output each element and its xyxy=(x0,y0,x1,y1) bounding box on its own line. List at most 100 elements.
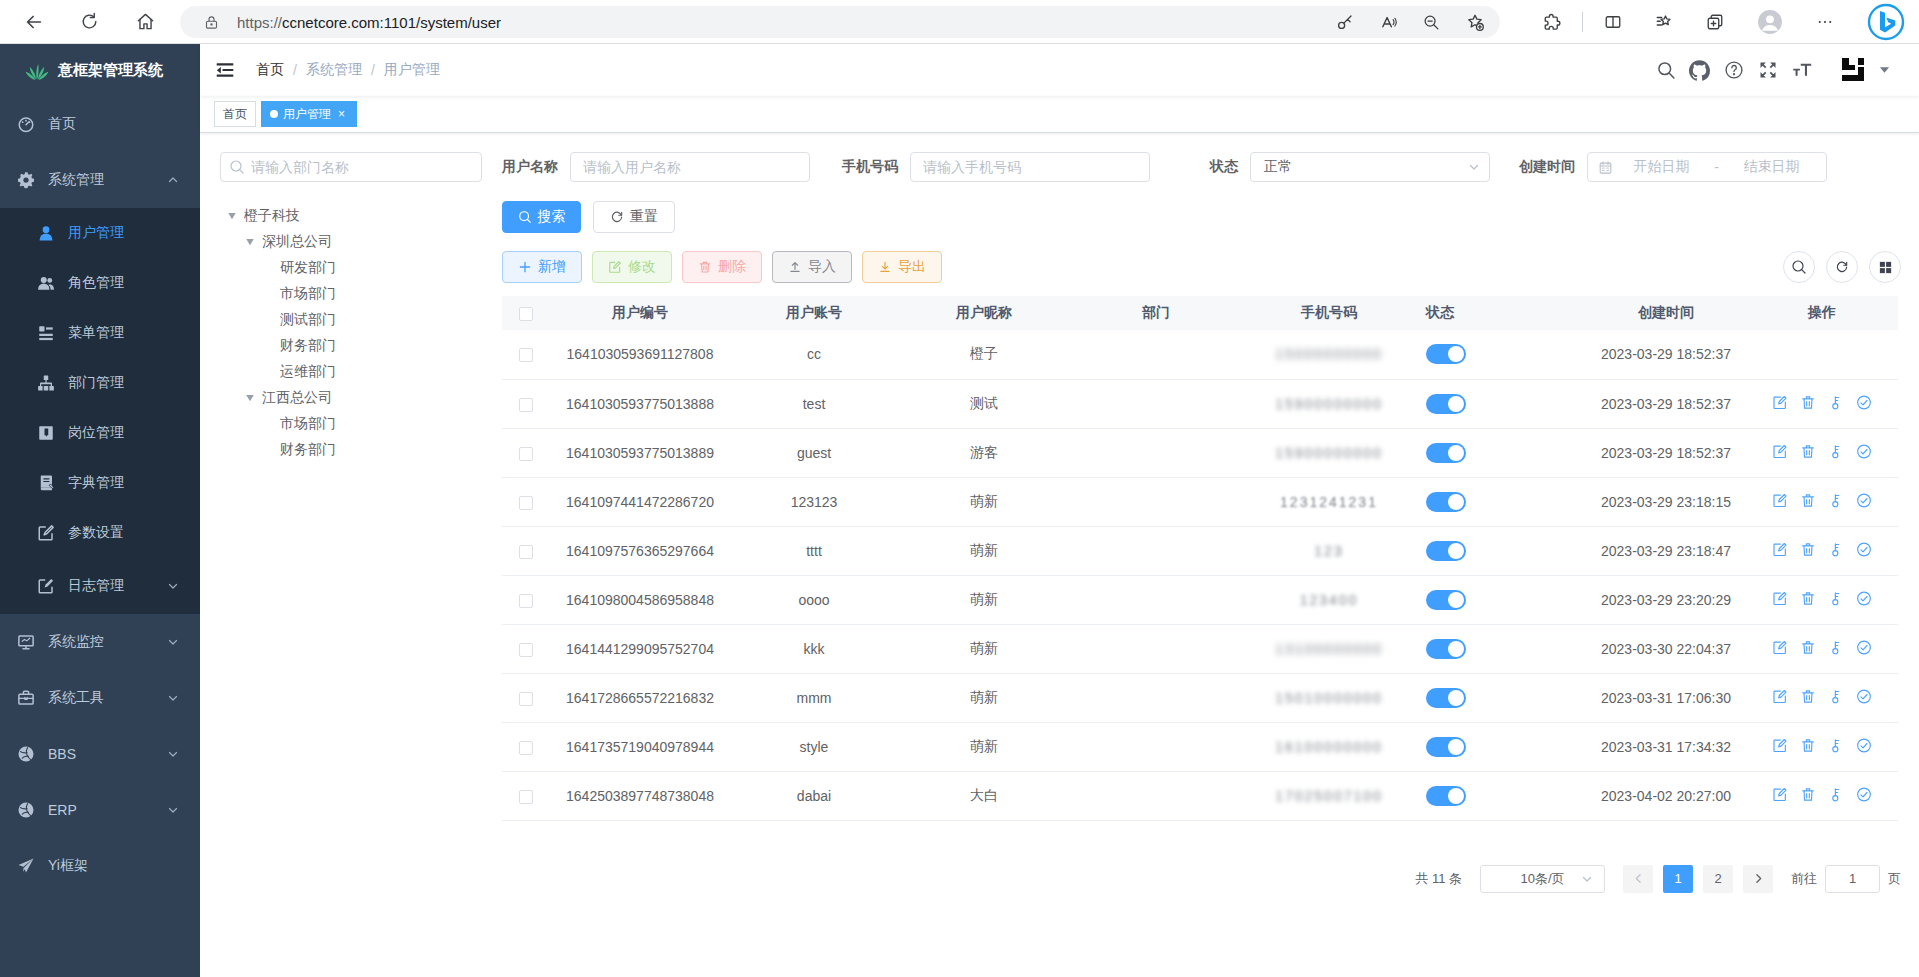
row-edit-icon[interactable] xyxy=(1772,688,1788,704)
tree-node-测试部门[interactable]: 测试部门 xyxy=(220,307,482,333)
status-toggle[interactable] xyxy=(1426,344,1466,364)
select-all-checkbox[interactable] xyxy=(519,307,533,321)
row-edit-icon[interactable] xyxy=(1772,786,1788,802)
reset-button[interactable]: 重置 xyxy=(593,201,675,233)
row-resetpwd-icon[interactable] xyxy=(1828,786,1844,802)
prev-page-button[interactable] xyxy=(1623,865,1653,893)
status-toggle[interactable] xyxy=(1426,688,1466,708)
row-delete-icon[interactable] xyxy=(1800,639,1816,655)
search-button[interactable]: 搜索 xyxy=(502,201,581,233)
sidebar-item-ERP[interactable]: ERP xyxy=(0,782,200,838)
row-resetpwd-icon[interactable] xyxy=(1828,394,1844,410)
status-toggle[interactable] xyxy=(1426,443,1466,463)
tab-用户管理[interactable]: 用户管理× xyxy=(261,101,357,127)
sidebar-item-系统工具[interactable]: 系统工具 xyxy=(0,670,200,726)
row-assign-icon[interactable] xyxy=(1856,639,1872,655)
tree-node-研发部门[interactable]: 研发部门 xyxy=(220,255,482,281)
address-bar[interactable]: https://ccnetcore.com:1101/system/user xyxy=(180,6,1500,38)
table-columns-icon[interactable] xyxy=(1869,251,1901,283)
row-delete-icon[interactable] xyxy=(1800,443,1816,459)
app-logo[interactable]: 意框架管理系统 xyxy=(0,44,200,96)
row-checkbox[interactable] xyxy=(519,398,533,412)
page-size-select[interactable]: 10条/页 xyxy=(1480,865,1605,893)
browser-profile-icon[interactable] xyxy=(1757,9,1783,35)
sidebar-item-BBS[interactable]: BBS xyxy=(0,726,200,782)
tab-首页[interactable]: 首页 xyxy=(214,101,256,127)
phone-input[interactable] xyxy=(910,152,1150,182)
row-delete-icon[interactable] xyxy=(1800,786,1816,802)
browser-home-icon[interactable] xyxy=(131,8,159,36)
row-delete-icon[interactable] xyxy=(1800,394,1816,410)
status-toggle[interactable] xyxy=(1426,492,1466,512)
row-delete-icon[interactable] xyxy=(1800,541,1816,557)
export-button[interactable]: 导出 xyxy=(862,251,942,283)
status-toggle[interactable] xyxy=(1426,737,1466,757)
extensions-icon[interactable] xyxy=(1543,13,1561,31)
row-assign-icon[interactable] xyxy=(1856,688,1872,704)
row-checkbox[interactable] xyxy=(519,643,533,657)
tree-caret-icon[interactable] xyxy=(238,237,262,247)
tree-node-运维部门[interactable]: 运维部门 xyxy=(220,359,482,385)
row-checkbox[interactable] xyxy=(519,348,533,362)
lock-icon[interactable] xyxy=(204,15,219,30)
split-screen-icon[interactable] xyxy=(1604,13,1622,31)
bing-icon[interactable] xyxy=(1867,3,1905,41)
sidebar-item-角色管理[interactable]: 角色管理 xyxy=(0,258,200,308)
sidebar-item-参数设置[interactable]: 参数设置 xyxy=(0,508,200,558)
row-assign-icon[interactable] xyxy=(1856,492,1872,508)
date-range-picker[interactable]: 开始日期 - 结束日期 xyxy=(1587,152,1827,182)
sidebar-item-系统监控[interactable]: 系统监控 xyxy=(0,614,200,670)
browser-back-icon[interactable] xyxy=(20,8,48,36)
tree-node-市场部门[interactable]: 市场部门 xyxy=(220,411,482,437)
row-edit-icon[interactable] xyxy=(1772,541,1788,557)
row-delete-icon[interactable] xyxy=(1800,688,1816,704)
tree-node-江西总公司[interactable]: 江西总公司 xyxy=(220,385,482,411)
tree-node-财务部门[interactable]: 财务部门 xyxy=(220,333,482,359)
row-resetpwd-icon[interactable] xyxy=(1828,443,1844,459)
fullscreen-icon[interactable] xyxy=(1757,60,1778,81)
row-assign-icon[interactable] xyxy=(1856,394,1872,410)
row-resetpwd-icon[interactable] xyxy=(1828,541,1844,557)
password-key-icon[interactable] xyxy=(1336,13,1354,31)
row-checkbox[interactable] xyxy=(519,496,533,510)
user-avatar[interactable] xyxy=(1838,55,1890,86)
row-checkbox[interactable] xyxy=(519,447,533,461)
dept-search-input[interactable] xyxy=(220,152,482,182)
row-checkbox[interactable] xyxy=(519,545,533,559)
browser-menu-icon[interactable] xyxy=(1816,13,1834,31)
import-button[interactable]: 导入 xyxy=(772,251,852,283)
status-toggle[interactable] xyxy=(1426,590,1466,610)
row-assign-icon[interactable] xyxy=(1856,443,1872,459)
row-edit-icon[interactable] xyxy=(1772,443,1788,459)
tree-node-市场部门[interactable]: 市场部门 xyxy=(220,281,482,307)
status-toggle[interactable] xyxy=(1426,541,1466,561)
tree-caret-icon[interactable] xyxy=(238,393,262,403)
tree-node-橙子科技[interactable]: 橙子科技 xyxy=(220,203,482,229)
font-size-icon[interactable] xyxy=(1791,60,1812,81)
username-input[interactable] xyxy=(570,152,810,182)
row-resetpwd-icon[interactable] xyxy=(1828,492,1844,508)
row-checkbox[interactable] xyxy=(519,692,533,706)
row-checkbox[interactable] xyxy=(519,594,533,608)
row-checkbox[interactable] xyxy=(519,741,533,755)
row-resetpwd-icon[interactable] xyxy=(1828,590,1844,606)
collections-icon[interactable] xyxy=(1706,13,1724,31)
row-delete-icon[interactable] xyxy=(1800,590,1816,606)
read-aloud-icon[interactable] xyxy=(1380,14,1397,31)
zoom-out-icon[interactable] xyxy=(1423,14,1440,31)
row-edit-icon[interactable] xyxy=(1772,394,1788,410)
status-toggle[interactable] xyxy=(1426,639,1466,659)
add-button[interactable]: 新增 xyxy=(502,251,582,283)
status-toggle[interactable] xyxy=(1426,394,1466,414)
row-delete-icon[interactable] xyxy=(1800,737,1816,753)
row-resetpwd-icon[interactable] xyxy=(1828,639,1844,655)
browser-refresh-icon[interactable] xyxy=(75,8,103,36)
row-edit-icon[interactable] xyxy=(1772,737,1788,753)
tree-caret-icon[interactable] xyxy=(220,211,244,221)
row-resetpwd-icon[interactable] xyxy=(1828,737,1844,753)
header-search-icon[interactable] xyxy=(1655,60,1676,81)
help-icon[interactable] xyxy=(1723,60,1744,81)
sidebar-item-首页[interactable]: 首页 xyxy=(0,96,200,152)
row-assign-icon[interactable] xyxy=(1856,590,1872,606)
row-edit-icon[interactable] xyxy=(1772,590,1788,606)
